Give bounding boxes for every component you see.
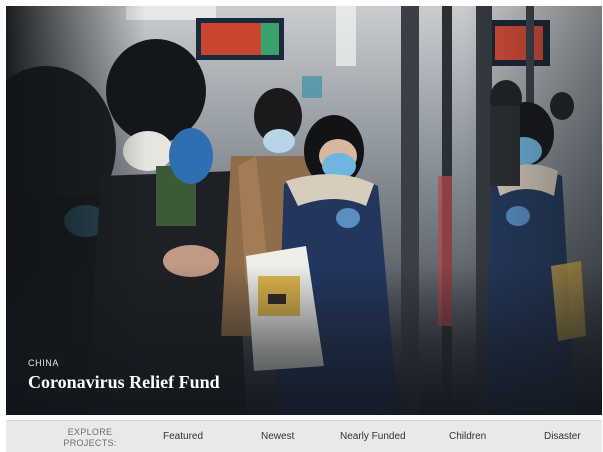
hero-eyebrow: CHINA [28, 358, 60, 368]
explore-projects-label: EXPLORE PROJECTS: [55, 427, 125, 449]
explore-link-children[interactable]: Children [449, 431, 486, 443]
hero-caption: CHINA Coronavirus Relief Fund [28, 358, 220, 393]
explore-projects-bar: EXPLORE PROJECTS: Featured Newest Nearly… [6, 420, 602, 452]
explore-link-nearly-funded[interactable]: Nearly Funded [340, 431, 406, 443]
explore-link-featured[interactable]: Featured [163, 431, 203, 443]
explore-link-newest[interactable]: Newest [261, 431, 294, 443]
hero-headline[interactable]: Coronavirus Relief Fund [28, 372, 220, 393]
explore-label-line2: PROJECTS: [63, 438, 117, 448]
explore-link-disaster[interactable]: Disaster [544, 431, 581, 443]
hero-banner[interactable]: CHINA Coronavirus Relief Fund [6, 6, 602, 415]
page: CHINA Coronavirus Relief Fund EXPLORE PR… [0, 0, 603, 452]
explore-label-line1: EXPLORE [67, 427, 113, 437]
